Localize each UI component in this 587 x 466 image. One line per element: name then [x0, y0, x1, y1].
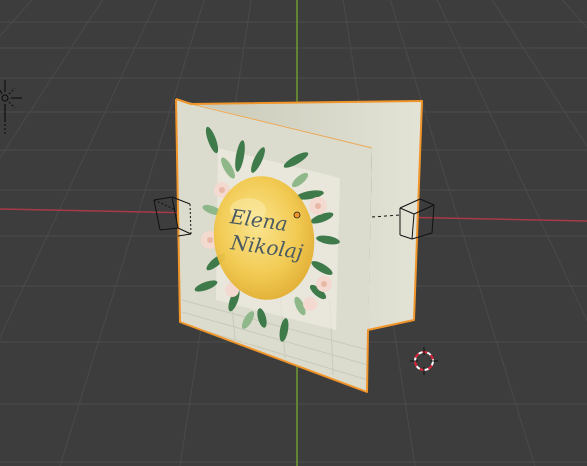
- origin-icon: [293, 211, 301, 219]
- 3d-viewport[interactable]: Elena Nikolaj: [0, 0, 587, 466]
